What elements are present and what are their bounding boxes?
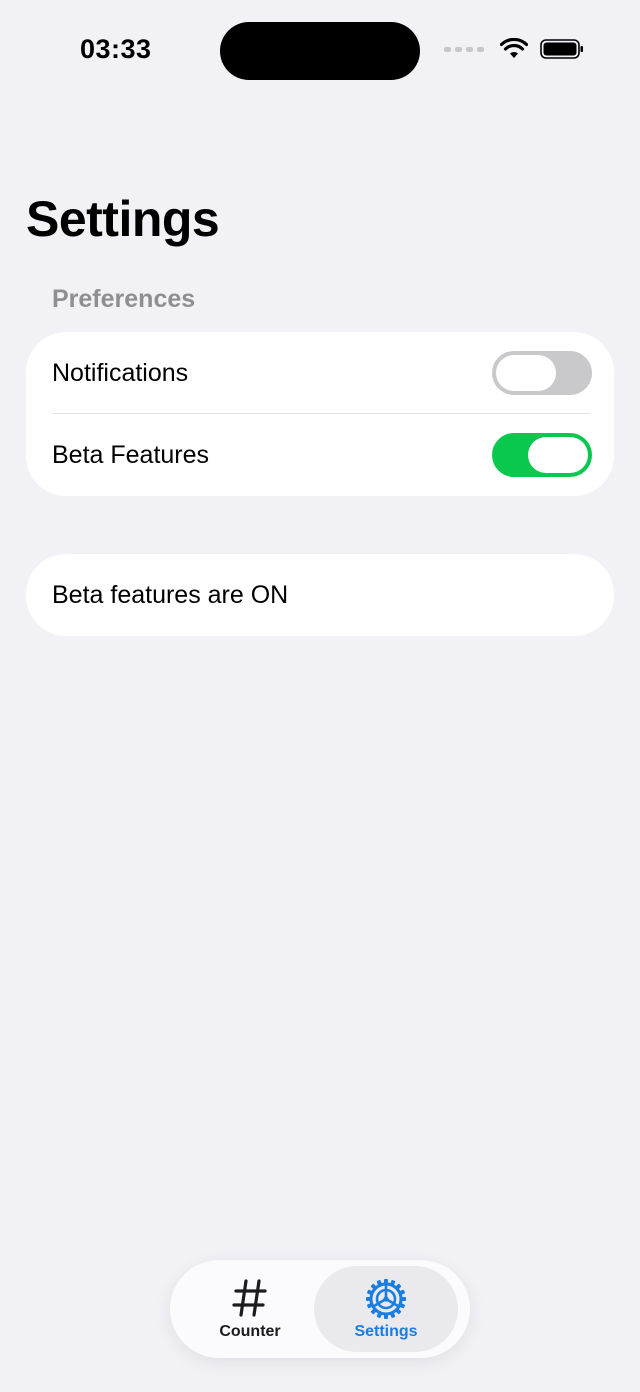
beta-features-label: Beta Features: [52, 440, 210, 469]
tab-settings-label: Settings: [354, 1323, 418, 1340]
notifications-toggle[interactable]: [492, 351, 592, 395]
wifi-icon: [500, 38, 528, 58]
dynamic-island: [220, 22, 420, 80]
notifications-label: Notifications: [52, 358, 189, 387]
tab-counter-label: Counter: [219, 1323, 281, 1340]
tab-settings[interactable]: Settings: [314, 1266, 458, 1352]
status-time: 03:33: [80, 34, 152, 64]
screen: 03:33 Settings Preferences Notifications: [0, 0, 640, 1392]
beta-features-row: Beta Features: [26, 414, 614, 496]
page-title: Settings: [26, 191, 220, 247]
cellular-signal-icon: [444, 46, 484, 52]
tab-counter[interactable]: Counter: [178, 1266, 322, 1352]
section-header-preferences: Preferences: [52, 285, 196, 313]
toggle-knob: [496, 355, 556, 391]
beta-status-card: Beta features are ON: [26, 554, 614, 636]
beta-features-toggle[interactable]: [492, 433, 592, 477]
tab-bar: Counter Settings: [170, 1260, 470, 1358]
preferences-card: Notifications Beta Features: [26, 332, 614, 496]
notifications-row: Notifications: [26, 332, 614, 414]
beta-status-text: Beta features are ON: [52, 581, 289, 609]
gear-icon: [314, 1278, 458, 1319]
status-icons: [444, 38, 584, 60]
toggle-knob: [528, 437, 588, 473]
battery-icon: [540, 39, 583, 59]
number-sign-icon: [178, 1278, 322, 1318]
